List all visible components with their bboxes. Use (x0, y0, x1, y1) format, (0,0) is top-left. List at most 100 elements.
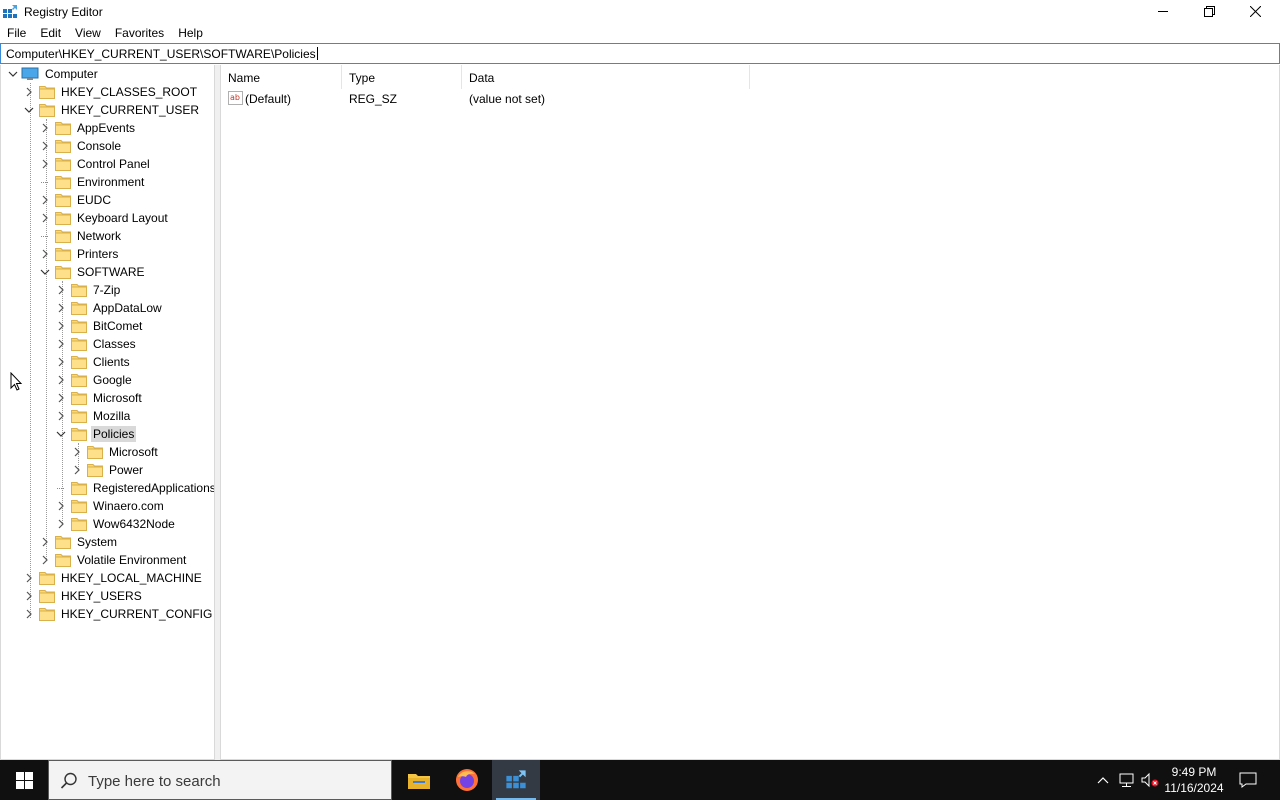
tree-node[interactable]: Google (55, 371, 134, 389)
tree-node[interactable]: Environment (39, 173, 146, 191)
tree-node-computer[interactable]: Computer (7, 65, 100, 83)
chevron-right-icon[interactable] (39, 119, 51, 137)
tree-node[interactable]: Clients (55, 353, 132, 371)
key-tree-pane[interactable]: Computer HKEY_CLASSES_ROOT HKEY_CURRENT_U… (0, 65, 215, 760)
tree-node[interactable]: HKEY_CURRENT_USER (23, 101, 201, 119)
tree-label: Computer (45, 67, 98, 81)
tree-node[interactable]: Policies (55, 425, 137, 443)
tree-node[interactable]: AppEvents (39, 119, 137, 137)
chevron-right-icon[interactable] (39, 551, 51, 569)
taskbar-clock[interactable]: 9:49 PM 11/16/2024 (1158, 764, 1230, 796)
action-center-button[interactable] (1234, 760, 1262, 800)
chevron-right-icon[interactable] (23, 587, 35, 605)
column-header-type[interactable]: Type (342, 65, 462, 89)
folder-icon (55, 139, 71, 153)
tree-node[interactable]: Classes (55, 335, 138, 353)
taskbar-search-box[interactable]: Type here to search (48, 760, 392, 800)
folder-icon (55, 535, 71, 549)
chevron-right-icon[interactable] (39, 155, 51, 173)
folder-icon (39, 589, 55, 603)
chevron-right-icon[interactable] (71, 443, 83, 461)
chevron-right-icon[interactable] (23, 605, 35, 623)
tree-node[interactable]: Volatile Environment (39, 551, 188, 569)
tree-node[interactable]: Console (39, 137, 123, 155)
close-button[interactable] (1232, 0, 1278, 22)
chevron-right-icon[interactable] (39, 209, 51, 227)
tree-node[interactable]: Wow6432Node (55, 515, 177, 533)
value-row[interactable]: ab (Default) REG_SZ (value not set) (221, 90, 1279, 108)
tree-node[interactable]: 7-Zip (55, 281, 122, 299)
tree-node[interactable]: HKEY_CLASSES_ROOT (23, 83, 199, 101)
tree-node[interactable]: Microsoft (55, 389, 144, 407)
taskbar-file-explorer[interactable] (395, 760, 443, 800)
chevron-right-icon[interactable] (39, 137, 51, 155)
values-list-pane[interactable]: Name Type Data ab (Default) REG_SZ (valu… (220, 65, 1280, 760)
chevron-right-icon[interactable] (55, 407, 67, 425)
taskbar-regedit[interactable] (492, 760, 540, 800)
tree-node[interactable]: HKEY_LOCAL_MACHINE (23, 569, 204, 587)
tree-node[interactable]: Printers (39, 245, 120, 263)
menu-bar: File Edit View Favorites Help (0, 24, 1280, 43)
start-button[interactable] (0, 760, 48, 800)
show-hidden-icons-button[interactable] (1092, 760, 1114, 800)
folder-icon (55, 247, 71, 261)
chevron-right-icon[interactable] (39, 245, 51, 263)
tree-label: Policies (91, 426, 137, 442)
tree-node[interactable]: BitComet (55, 317, 144, 335)
menu-file[interactable]: File (0, 24, 33, 43)
tree-node[interactable]: Winaero.com (55, 497, 166, 515)
chevron-right-icon[interactable] (71, 461, 83, 479)
menu-favorites[interactable]: Favorites (108, 24, 171, 43)
chevron-right-icon[interactable] (39, 533, 51, 551)
chevron-right-icon[interactable] (55, 281, 67, 299)
chevron-right-icon[interactable] (23, 569, 35, 587)
address-bar[interactable]: Computer\HKEY_CURRENT_USER\SOFTWARE\Poli… (0, 43, 1280, 64)
chevron-right-icon[interactable] (55, 335, 67, 353)
chevron-down-icon[interactable] (7, 65, 19, 83)
restore-button[interactable] (1186, 0, 1232, 22)
tree-guide-line (30, 83, 31, 618)
tree-node[interactable]: Mozilla (55, 407, 132, 425)
address-path[interactable]: Computer\HKEY_CURRENT_USER\SOFTWARE\Poli… (6, 47, 318, 61)
column-header-data[interactable]: Data (462, 65, 750, 89)
chevron-right-icon[interactable] (55, 299, 67, 317)
search-icon (60, 772, 77, 789)
menu-view[interactable]: View (68, 24, 108, 43)
tree-node[interactable]: Network (39, 227, 123, 245)
title-bar: Registry Editor (0, 0, 1280, 24)
menu-edit[interactable]: Edit (33, 24, 68, 43)
tree-node[interactable]: RegisteredApplications (55, 479, 214, 497)
minimize-button[interactable] (1140, 0, 1186, 22)
tree-node[interactable]: Microsoft (71, 443, 160, 461)
folder-icon (39, 571, 55, 585)
chevron-right-icon[interactable] (23, 83, 35, 101)
tree-node[interactable]: AppDataLow (55, 299, 164, 317)
folder-icon (71, 301, 87, 315)
chevron-right-icon[interactable] (55, 515, 67, 533)
tree-node[interactable]: HKEY_CURRENT_CONFIG (23, 605, 214, 623)
firefox-icon (456, 769, 478, 791)
taskbar-firefox[interactable] (443, 760, 491, 800)
notification-icon (1239, 772, 1257, 788)
chevron-right-icon[interactable] (55, 389, 67, 407)
chevron-right-icon[interactable] (55, 497, 67, 515)
restore-icon (1203, 5, 1215, 17)
chevron-down-icon[interactable] (55, 425, 67, 443)
tree-node[interactable]: SOFTWARE (39, 263, 147, 281)
chevron-right-icon[interactable] (55, 371, 67, 389)
tree-node[interactable]: Keyboard Layout (39, 209, 170, 227)
tree-node[interactable]: HKEY_USERS (23, 587, 144, 605)
tree-node[interactable]: EUDC (39, 191, 113, 209)
chevron-down-icon[interactable] (23, 101, 35, 119)
chevron-right-icon[interactable] (39, 191, 51, 209)
menu-help[interactable]: Help (171, 24, 210, 43)
tree-node[interactable]: Power (71, 461, 145, 479)
chevron-right-icon[interactable] (55, 317, 67, 335)
chevron-down-icon[interactable] (39, 263, 51, 281)
column-header-name[interactable]: Name (221, 65, 342, 89)
network-status-button[interactable] (1116, 760, 1138, 800)
tree-node[interactable]: Control Panel (39, 155, 152, 173)
tree-node[interactable]: System (39, 533, 119, 551)
text-caret (316, 47, 318, 60)
chevron-right-icon[interactable] (55, 353, 67, 371)
